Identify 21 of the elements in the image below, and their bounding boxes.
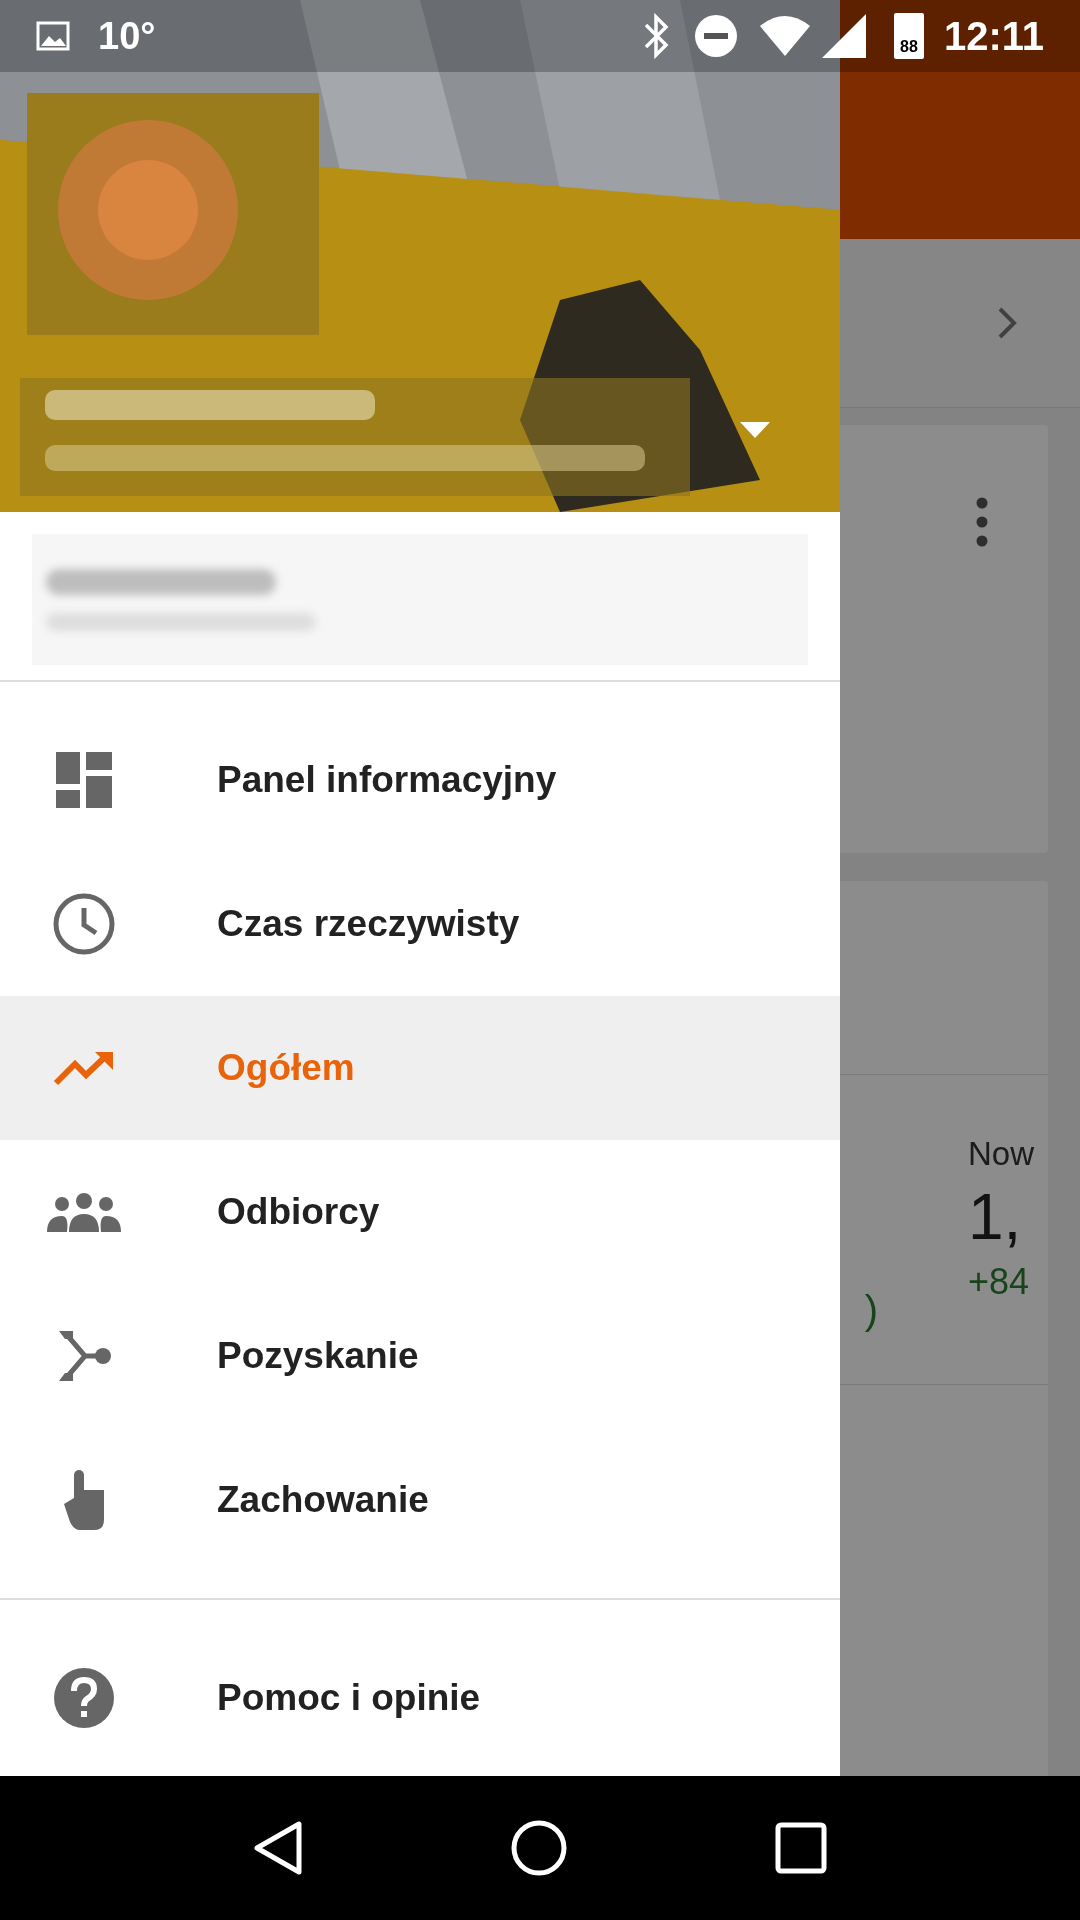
change-text: ) xyxy=(864,1287,878,1334)
metric-label: Now xyxy=(968,1134,1036,1174)
back-icon[interactable] xyxy=(253,1820,304,1876)
image-icon xyxy=(36,21,70,51)
dashboard-icon xyxy=(56,752,112,808)
dropdown-arrow-icon[interactable] xyxy=(740,422,770,438)
people-icon xyxy=(47,1192,121,1232)
more-vertical-icon[interactable] xyxy=(976,497,988,547)
home-icon[interactable] xyxy=(510,1819,568,1877)
clock-icon xyxy=(53,893,115,955)
temperature-text: 10° xyxy=(98,13,156,59)
trending-up-icon xyxy=(53,1050,115,1086)
recents-icon[interactable] xyxy=(774,1822,827,1874)
metric-value: 1, xyxy=(968,1179,1023,1255)
help-icon xyxy=(53,1667,115,1729)
do-not-disturb-icon xyxy=(693,14,738,58)
clock-text: 12:11 xyxy=(943,13,1044,60)
battery-icon: 88 xyxy=(893,13,924,59)
change-text: +84 xyxy=(968,1260,1031,1305)
wifi-icon xyxy=(759,16,810,56)
signal-icon xyxy=(821,14,866,58)
